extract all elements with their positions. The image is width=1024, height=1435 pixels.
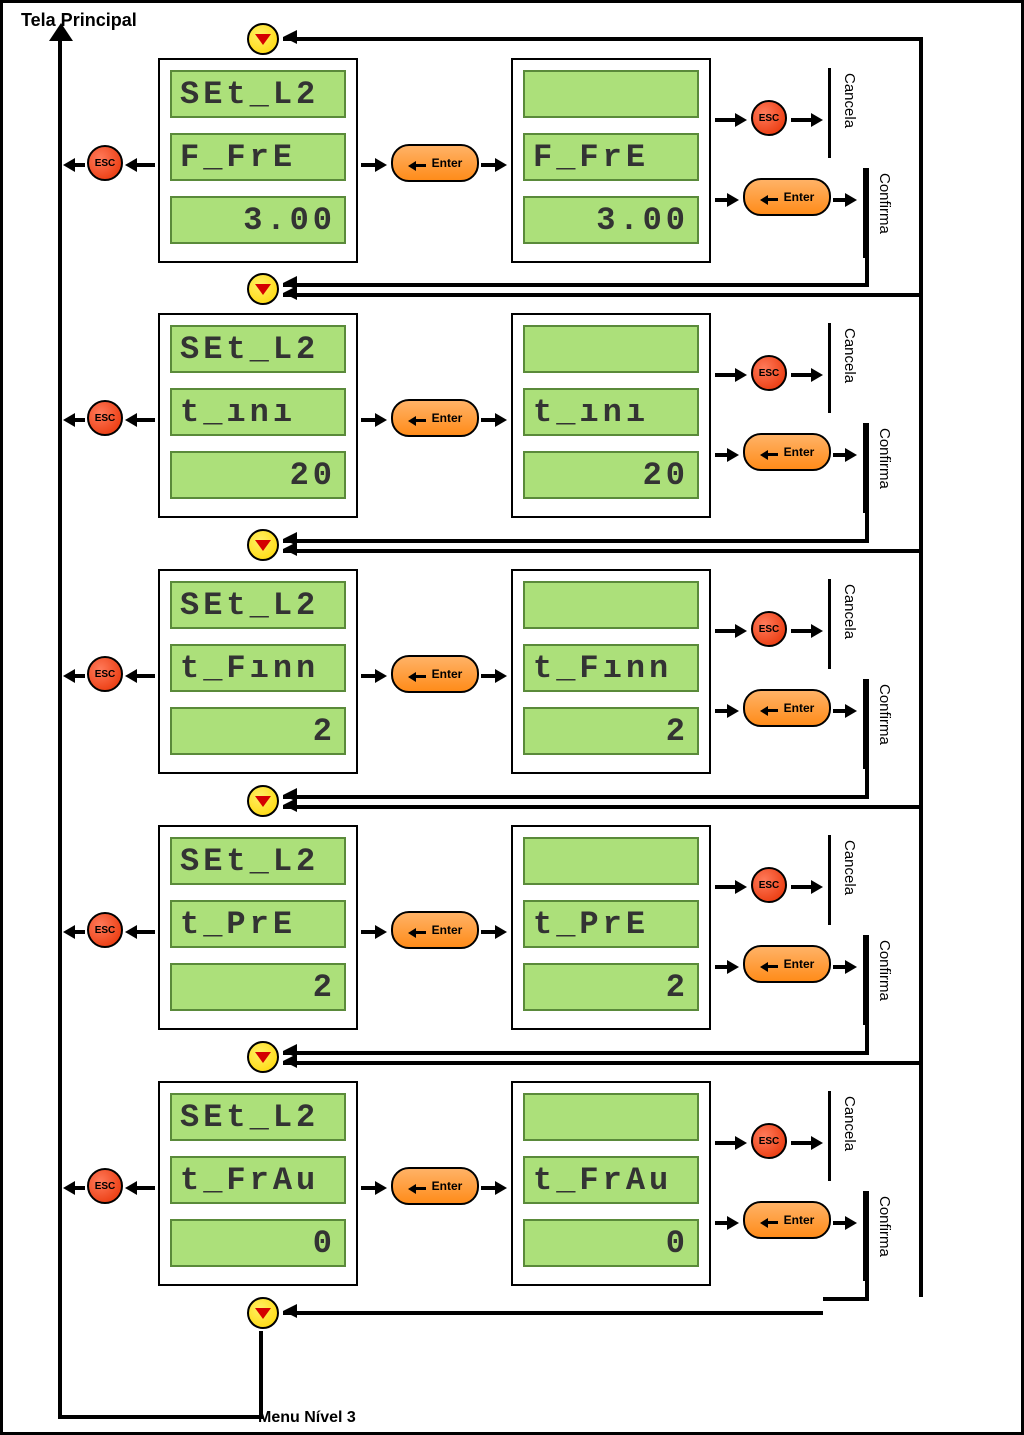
esc-button-left[interactable]: ESC	[87, 656, 123, 692]
lcd-line3: 3.00	[170, 196, 346, 244]
feedback-line	[283, 283, 869, 287]
title-tela-principal: Tela Principal	[21, 10, 137, 31]
display-right: t_PrE 2	[511, 825, 711, 1030]
cancela-label: Cancela	[841, 73, 858, 128]
esc-button-left[interactable]: ESC	[87, 1168, 123, 1204]
down-nav-button[interactable]	[247, 1041, 279, 1073]
arrow-left-icon	[283, 286, 297, 300]
feedback-line	[283, 1311, 823, 1315]
lcd-line2: F_FrE	[523, 133, 699, 181]
enter-button-mid[interactable]: Enter	[391, 911, 479, 949]
down-nav-button-top[interactable]	[247, 23, 279, 55]
display-left: SEt_L2 t_FrAu 0	[158, 1081, 358, 1286]
display-right: t_ını 20	[511, 313, 711, 518]
title-menu-nivel: Menu Nível 3	[258, 1409, 356, 1427]
arrow-right	[715, 113, 747, 127]
down-nav-button[interactable]	[247, 785, 279, 817]
enter-button-confirma[interactable]: Enter	[743, 945, 831, 983]
enter-button-confirma[interactable]: Enter	[743, 1201, 831, 1239]
arrow-left	[63, 158, 85, 172]
esc-button-cancela[interactable]: ESC	[751, 611, 787, 647]
enter-button-confirma[interactable]: Enter	[743, 689, 831, 727]
enter-button-confirma[interactable]: Enter	[743, 178, 831, 216]
esc-button-left[interactable]: ESC	[87, 145, 123, 181]
enter-button-mid[interactable]: Enter	[391, 399, 479, 437]
display-right: F_FrE 3.00	[511, 58, 711, 263]
arrow-right	[481, 158, 507, 172]
confirma-label: Confirma	[876, 173, 893, 234]
display-right: t_FrAu 0	[511, 1081, 711, 1286]
arrow-right	[791, 113, 823, 127]
down-nav-button[interactable]	[247, 273, 279, 305]
enter-button-mid[interactable]: Enter	[391, 1167, 479, 1205]
arrow-right	[361, 158, 387, 172]
confirma-vline	[865, 168, 869, 287]
esc-button-cancela[interactable]: ESC	[751, 867, 787, 903]
enter-button-confirma[interactable]: Enter	[743, 433, 831, 471]
display-left: SEt_L2 F_FrE 3.00	[158, 58, 358, 263]
down-nav-button-bottom[interactable]	[247, 1297, 279, 1329]
down-nav-button[interactable]	[247, 529, 279, 561]
menu-flow-diagram: Tela Principal ESC SEt_L2 F_FrE 3.00 Ent…	[0, 0, 1024, 1435]
arrow-right	[715, 193, 739, 207]
cancela-bracket	[828, 68, 831, 158]
lcd-line3: 3.00	[523, 196, 699, 244]
esc-button-left[interactable]: ESC	[87, 400, 123, 436]
feedback-line	[283, 293, 923, 297]
lcd-line1: SEt_L2	[170, 70, 346, 118]
esc-button-cancela[interactable]: ESC	[751, 100, 787, 136]
display-left: SEt_L2 t_Fınn 2	[158, 569, 358, 774]
esc-button-cancela[interactable]: ESC	[751, 1123, 787, 1159]
display-right: t_Fınn 2	[511, 569, 711, 774]
arrow-left	[125, 158, 155, 172]
esc-button-left[interactable]: ESC	[87, 912, 123, 948]
display-left: SEt_L2 t_ını 20	[158, 313, 358, 518]
feedback-line	[283, 37, 923, 41]
lcd-line2: F_FrE	[170, 133, 346, 181]
arrow-up-icon	[49, 23, 73, 41]
display-left: SEt_L2 t_PrE 2	[158, 825, 358, 1030]
enter-button-mid[interactable]: Enter	[391, 144, 479, 182]
enter-button-mid[interactable]: Enter	[391, 655, 479, 693]
esc-button-cancela[interactable]: ESC	[751, 355, 787, 391]
arrow-left-icon	[283, 30, 297, 44]
lcd-line1	[523, 70, 699, 118]
arrow-right	[833, 193, 857, 207]
